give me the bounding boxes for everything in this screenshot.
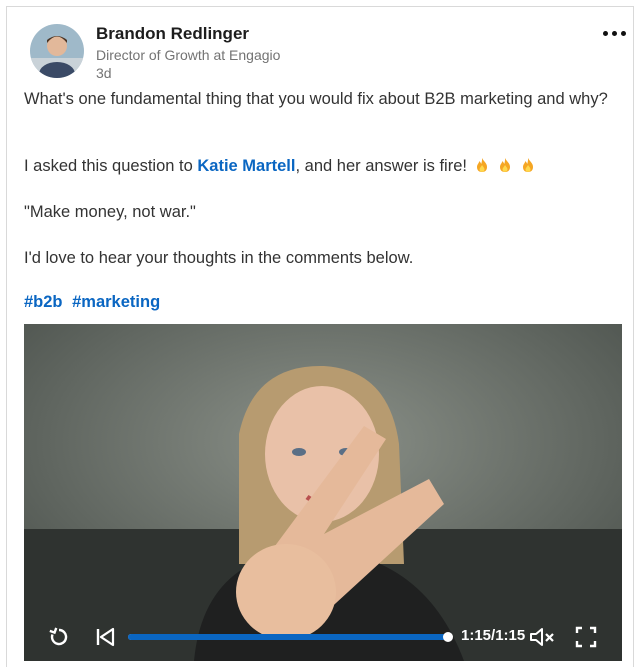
video-progress-bar[interactable]: [128, 632, 453, 642]
video-progress-thumb[interactable]: [443, 632, 453, 642]
post-text-segment: I asked this question to: [24, 157, 198, 175]
hashtag-link[interactable]: #marketing: [72, 293, 160, 311]
post-paragraph: I asked this question to Katie Martell, …: [24, 155, 536, 178]
more-dot-icon: [603, 30, 608, 36]
more-dot-icon: [612, 30, 617, 36]
fire-emoji-icon: [499, 158, 510, 172]
post-paragraph: "Make money, not war.": [24, 203, 196, 221]
post-paragraph: What's one fundamental thing that you wo…: [24, 90, 608, 108]
mention-link[interactable]: Katie Martell: [197, 157, 295, 175]
author-name[interactable]: Brandon Redlinger: [96, 24, 249, 44]
video-time-display: 1:15/1:15: [461, 627, 526, 644]
post-paragraph: I'd love to hear your thoughts in the co…: [24, 249, 414, 267]
hashtag-link[interactable]: #b2b: [24, 293, 63, 311]
more-dot-icon: [621, 30, 626, 36]
muted-volume-icon[interactable]: [529, 626, 555, 648]
video-player[interactable]: 1:15/1:15: [24, 324, 622, 661]
more-options-button[interactable]: [603, 25, 635, 41]
fullscreen-icon[interactable]: [575, 626, 597, 648]
video-controls: 1:15/1:15: [24, 611, 622, 661]
video-progress-fill: [128, 634, 448, 640]
author-headline: Director of Growth at Engagio: [96, 47, 281, 63]
replay-icon[interactable]: [48, 626, 70, 648]
fire-emoji-group: [467, 157, 536, 175]
author-avatar[interactable]: [30, 24, 84, 78]
fire-emoji-icon: [476, 158, 487, 172]
fire-emoji-icon: [522, 158, 533, 172]
previous-icon[interactable]: [94, 626, 116, 648]
post-text-segment: , and her answer is fire!: [295, 157, 467, 175]
hashtag-list: #b2b #marketing: [24, 293, 165, 312]
post-timestamp: 3d: [96, 65, 112, 81]
